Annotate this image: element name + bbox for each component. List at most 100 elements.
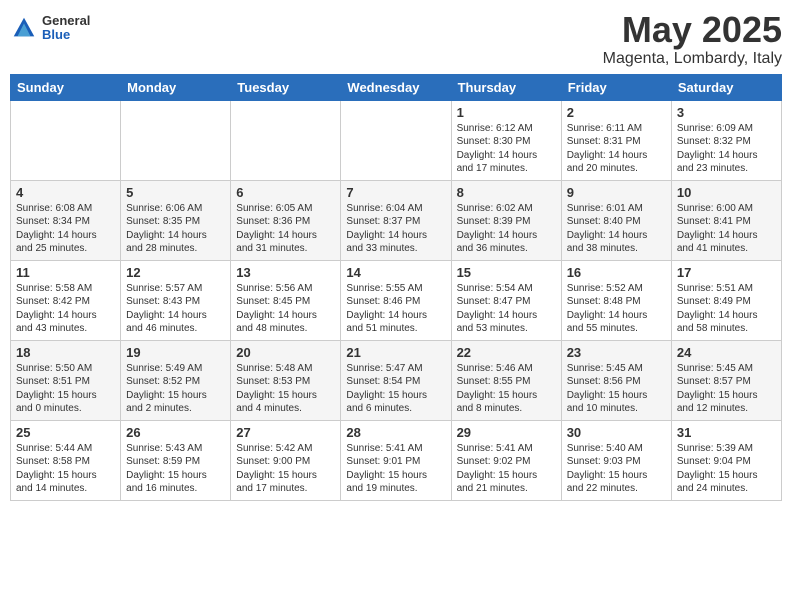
header-monday: Monday (121, 74, 231, 100)
day-cell: 25 Sunrise: 5:44 AMSunset: 8:58 PMDayligh… (11, 420, 121, 500)
day-cell: 11Sunrise: 5:58 AMSunset: 8:42 PMDayligh… (11, 260, 121, 340)
week-row-3: 18 Sunrise: 5:50 AMSunset: 8:51 PMDayligh… (11, 340, 782, 420)
day-cell: 19Sunrise: 5:49 AMSunset: 8:52 PMDayligh… (121, 340, 231, 420)
day-cell: 3 Sunrise: 6:09 AMSunset: 8:32 PMDaylight… (671, 100, 781, 180)
day-cell: 28 Sunrise: 5:41 AMSunset: 9:01 PMDayligh… (341, 420, 451, 500)
day-cell: 29Sunrise: 5:41 AMSunset: 9:02 PMDayligh… (451, 420, 561, 500)
day-number: 27 (236, 425, 335, 440)
header-saturday: Saturday (671, 74, 781, 100)
day-number: 10 (677, 185, 776, 200)
day-number: 4 (16, 185, 115, 200)
logo: General Blue (10, 14, 90, 43)
day-number: 25 (16, 425, 115, 440)
day-cell: 17Sunrise: 5:51 AMSunset: 8:49 PMDayligh… (671, 260, 781, 340)
day-info: Sunrise: 5:44 AMSunset: 8:58 PMDaylight:… (16, 442, 115, 496)
day-cell: 4 Sunrise: 6:08 AMSunset: 8:34 PMDaylight… (11, 180, 121, 260)
day-info: Sunrise: 5:52 AMSunset: 8:48 PMDaylight:… (567, 282, 666, 336)
day-info: Sunrise: 5:55 AMSunset: 8:46 PMDaylight:… (346, 282, 445, 336)
header-row: SundayMondayTuesdayWednesdayThursdayFrid… (11, 74, 782, 100)
day-info: Sunrise: 6:06 AMSunset: 8:35 PMDaylight:… (126, 202, 225, 256)
day-cell: 6 Sunrise: 6:05 AMSunset: 8:36 PMDaylight… (231, 180, 341, 260)
header-wednesday: Wednesday (341, 74, 451, 100)
day-cell: 12 Sunrise: 5:57 AMSunset: 8:43 PMDayligh… (121, 260, 231, 340)
day-cell: 15 Sunrise: 5:54 AMSunset: 8:47 PMDayligh… (451, 260, 561, 340)
day-cell: 7Sunrise: 6:04 AMSunset: 8:37 PMDaylight… (341, 180, 451, 260)
day-cell: 31 Sunrise: 5:39 AMSunset: 9:04 PMDayligh… (671, 420, 781, 500)
day-info: Sunrise: 5:54 AMSunset: 8:47 PMDaylight:… (457, 282, 556, 336)
day-info: Sunrise: 5:48 AMSunset: 8:53 PMDaylight:… (236, 362, 335, 416)
day-number: 8 (457, 185, 556, 200)
logo-blue: Blue (42, 28, 90, 42)
day-info: Sunrise: 5:47 AMSunset: 8:54 PMDaylight:… (346, 362, 445, 416)
day-cell: 27 Sunrise: 5:42 AMSunset: 9:00 PMDayligh… (231, 420, 341, 500)
day-number: 9 (567, 185, 666, 200)
title-block: May 2025 Magenta, Lombardy, Italy (603, 10, 782, 68)
day-cell: 10 Sunrise: 6:00 AMSunset: 8:41 PMDayligh… (671, 180, 781, 260)
day-number: 31 (677, 425, 776, 440)
day-cell: 1 Sunrise: 6:12 AMSunset: 8:30 PMDaylight… (451, 100, 561, 180)
day-info: Sunrise: 5:41 AMSunset: 9:01 PMDaylight:… (346, 442, 445, 496)
location: Magenta, Lombardy, Italy (603, 50, 782, 68)
day-number: 15 (457, 265, 556, 280)
day-cell (231, 100, 341, 180)
logo-icon (10, 14, 38, 42)
day-cell: 20 Sunrise: 5:48 AMSunset: 8:53 PMDayligh… (231, 340, 341, 420)
day-number: 5 (126, 185, 225, 200)
day-info: Sunrise: 5:46 AMSunset: 8:55 PMDaylight:… (457, 362, 556, 416)
day-cell: 21 Sunrise: 5:47 AMSunset: 8:54 PMDayligh… (341, 340, 451, 420)
day-cell (121, 100, 231, 180)
header-friday: Friday (561, 74, 671, 100)
day-number: 6 (236, 185, 335, 200)
day-number: 3 (677, 105, 776, 120)
day-cell: 14Sunrise: 5:55 AMSunset: 8:46 PMDayligh… (341, 260, 451, 340)
day-cell: 13Sunrise: 5:56 AMSunset: 8:45 PMDayligh… (231, 260, 341, 340)
day-info: Sunrise: 5:49 AMSunset: 8:52 PMDaylight:… (126, 362, 225, 416)
day-info: Sunrise: 5:45 AMSunset: 8:56 PMDaylight:… (567, 362, 666, 416)
day-cell: 16 Sunrise: 5:52 AMSunset: 8:48 PMDayligh… (561, 260, 671, 340)
day-number: 2 (567, 105, 666, 120)
day-cell (341, 100, 451, 180)
day-number: 18 (16, 345, 115, 360)
week-row-4: 25 Sunrise: 5:44 AMSunset: 8:58 PMDayligh… (11, 420, 782, 500)
week-row-1: 4 Sunrise: 6:08 AMSunset: 8:34 PMDaylight… (11, 180, 782, 260)
day-number: 16 (567, 265, 666, 280)
day-info: Sunrise: 6:12 AMSunset: 8:30 PMDaylight:… (457, 122, 556, 176)
day-info: Sunrise: 6:08 AMSunset: 8:34 PMDaylight:… (16, 202, 115, 256)
day-info: Sunrise: 5:57 AMSunset: 8:43 PMDaylight:… (126, 282, 225, 336)
day-info: Sunrise: 6:01 AMSunset: 8:40 PMDaylight:… (567, 202, 666, 256)
day-info: Sunrise: 5:56 AMSunset: 8:45 PMDaylight:… (236, 282, 335, 336)
day-info: Sunrise: 6:00 AMSunset: 8:41 PMDaylight:… (677, 202, 776, 256)
day-number: 26 (126, 425, 225, 440)
day-info: Sunrise: 6:11 AMSunset: 8:31 PMDaylight:… (567, 122, 666, 176)
day-info: Sunrise: 5:41 AMSunset: 9:02 PMDaylight:… (457, 442, 556, 496)
day-cell: 8 Sunrise: 6:02 AMSunset: 8:39 PMDaylight… (451, 180, 561, 260)
day-number: 23 (567, 345, 666, 360)
day-number: 20 (236, 345, 335, 360)
logo-text: General Blue (42, 14, 90, 43)
day-info: Sunrise: 6:05 AMSunset: 8:36 PMDaylight:… (236, 202, 335, 256)
day-number: 28 (346, 425, 445, 440)
day-cell: 22 Sunrise: 5:46 AMSunset: 8:55 PMDayligh… (451, 340, 561, 420)
day-info: Sunrise: 5:39 AMSunset: 9:04 PMDaylight:… (677, 442, 776, 496)
day-info: Sunrise: 5:42 AMSunset: 9:00 PMDaylight:… (236, 442, 335, 496)
day-info: Sunrise: 5:50 AMSunset: 8:51 PMDaylight:… (16, 362, 115, 416)
day-cell (11, 100, 121, 180)
header-tuesday: Tuesday (231, 74, 341, 100)
day-cell: 23 Sunrise: 5:45 AMSunset: 8:56 PMDayligh… (561, 340, 671, 420)
day-number: 24 (677, 345, 776, 360)
day-info: Sunrise: 6:09 AMSunset: 8:32 PMDaylight:… (677, 122, 776, 176)
day-cell: 24Sunrise: 5:45 AMSunset: 8:57 PMDayligh… (671, 340, 781, 420)
week-row-2: 11Sunrise: 5:58 AMSunset: 8:42 PMDayligh… (11, 260, 782, 340)
day-info: Sunrise: 5:40 AMSunset: 9:03 PMDaylight:… (567, 442, 666, 496)
header-sunday: Sunday (11, 74, 121, 100)
calendar-body: 1 Sunrise: 6:12 AMSunset: 8:30 PMDaylight… (11, 100, 782, 500)
day-number: 22 (457, 345, 556, 360)
day-number: 12 (126, 265, 225, 280)
day-number: 21 (346, 345, 445, 360)
day-cell: 5 Sunrise: 6:06 AMSunset: 8:35 PMDaylight… (121, 180, 231, 260)
day-info: Sunrise: 6:02 AMSunset: 8:39 PMDaylight:… (457, 202, 556, 256)
day-number: 17 (677, 265, 776, 280)
calendar: SundayMondayTuesdayWednesdayThursdayFrid… (10, 74, 782, 501)
header-thursday: Thursday (451, 74, 561, 100)
day-number: 1 (457, 105, 556, 120)
